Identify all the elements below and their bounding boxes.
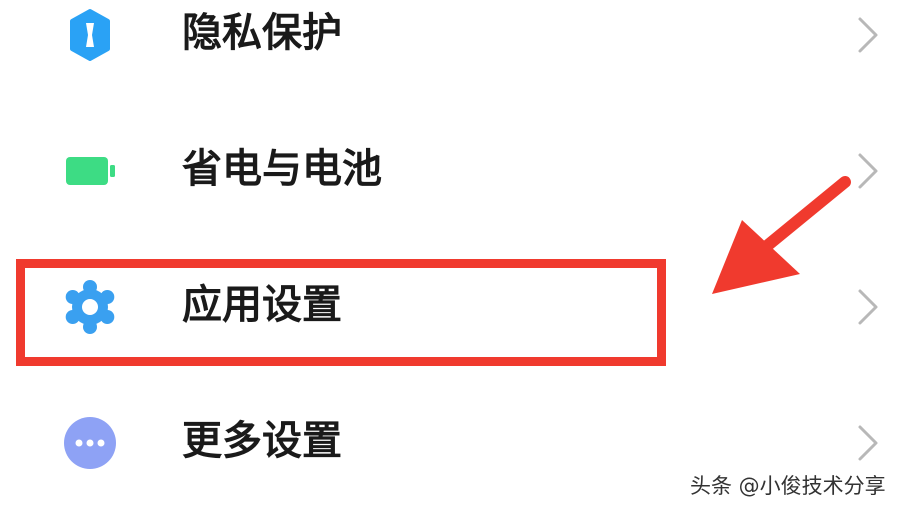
settings-item-label: 应用设置	[182, 282, 342, 328]
battery-icon	[62, 143, 118, 199]
settings-item-battery[interactable]: 省电与电池	[0, 116, 923, 226]
shield-icon	[62, 7, 118, 63]
chevron-right-icon	[852, 151, 882, 191]
chevron-right-icon	[852, 423, 882, 463]
watermark-text: 头条 @小俊技术分享	[690, 474, 886, 498]
more-dots-icon	[62, 415, 118, 471]
settings-item-label: 省电与电池	[182, 146, 382, 192]
chevron-right-icon	[852, 287, 882, 327]
gear-icon	[62, 279, 118, 335]
chevron-right-icon	[852, 15, 882, 55]
settings-item-label: 隐私保护	[182, 10, 342, 56]
settings-item-app-settings[interactable]: 应用设置	[0, 252, 923, 362]
settings-item-label: 更多设置	[182, 418, 342, 464]
settings-item-privacy[interactable]: 隐私保护	[0, 0, 923, 90]
